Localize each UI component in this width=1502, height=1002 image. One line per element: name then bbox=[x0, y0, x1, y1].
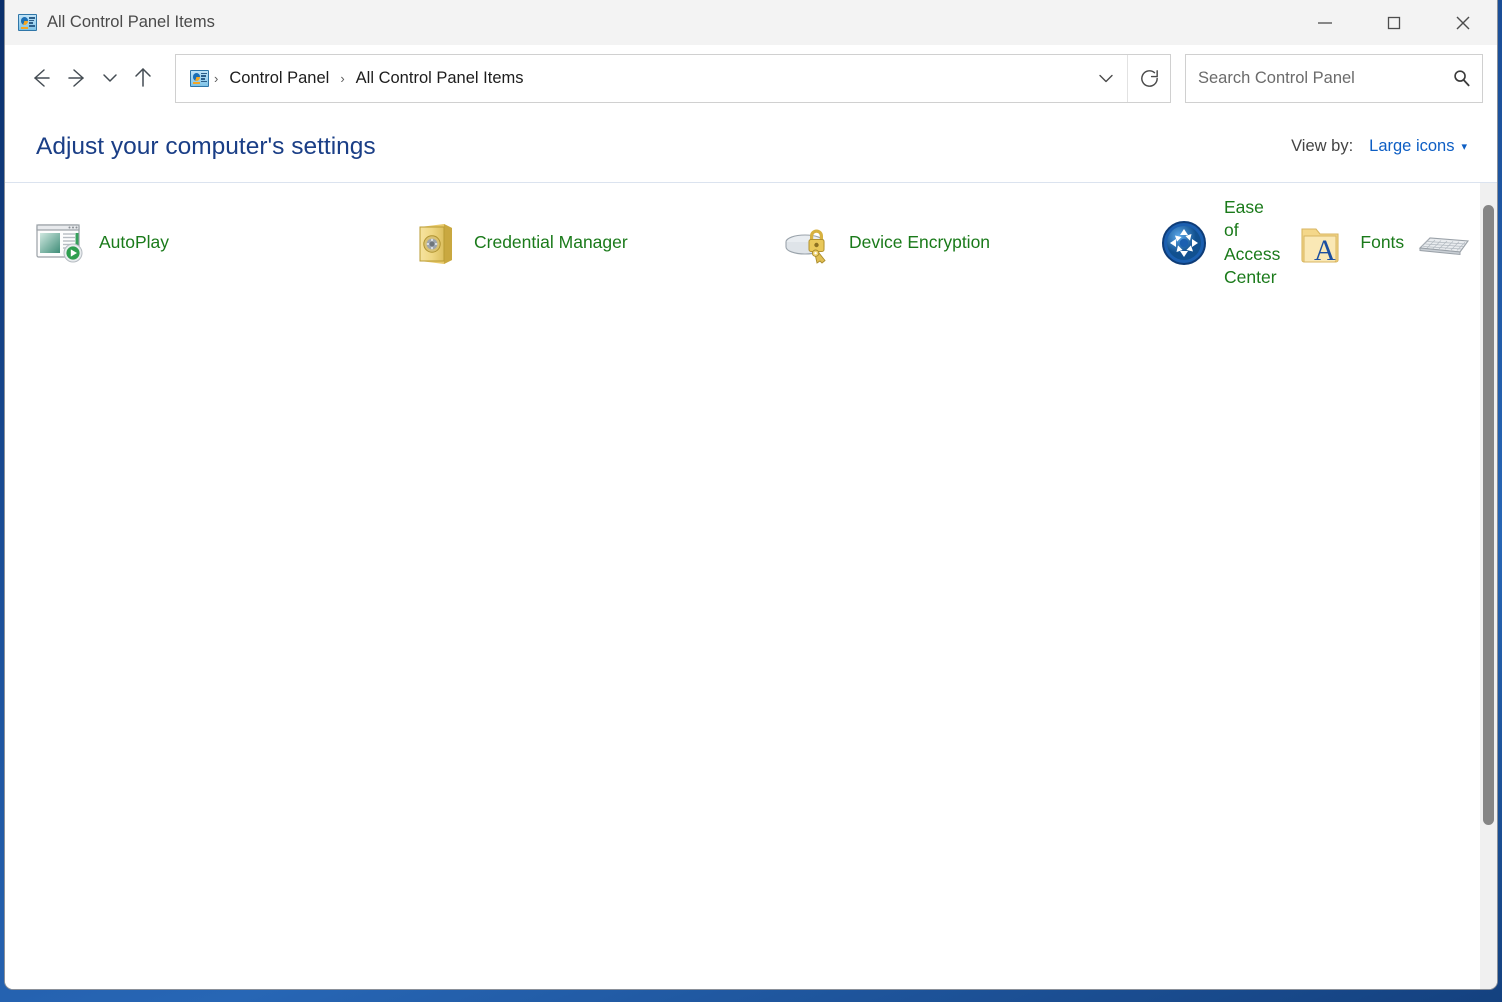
window-controls bbox=[1290, 0, 1497, 45]
search-input[interactable] bbox=[1186, 68, 1440, 88]
back-button[interactable] bbox=[23, 60, 59, 96]
page-header: Adjust your computer's settings View by:… bbox=[5, 111, 1497, 183]
control-panel-item[interactable]: Ease of Access Center bbox=[1156, 197, 1292, 287]
control-panel-window: All Control Panel Items › Control Panel … bbox=[4, 0, 1498, 990]
svg-text:A: A bbox=[1314, 234, 1336, 267]
control-panel-item[interactable]: A Fonts bbox=[1292, 205, 1416, 280]
device-encryption-icon[interactable] bbox=[781, 215, 837, 271]
forward-button[interactable] bbox=[59, 60, 95, 96]
breadcrumb-item-control-panel[interactable]: Control Panel bbox=[223, 65, 335, 92]
chevron-down-icon[interactable]: ▾ bbox=[1461, 140, 1467, 153]
page-title: Adjust your computer's settings bbox=[36, 132, 376, 160]
recent-locations-chevron-down-icon[interactable] bbox=[95, 60, 125, 96]
navigation-bar: › Control Panel › All Control Panel Item… bbox=[5, 45, 1497, 111]
breadcrumb-separator: › bbox=[214, 70, 219, 86]
control-panel-item[interactable]: Credential Manager bbox=[406, 205, 781, 280]
control-panel-item-label[interactable]: Fonts bbox=[1360, 231, 1404, 254]
previous-locations-chevron-down-icon[interactable] bbox=[1085, 55, 1127, 102]
control-panel-icon bbox=[18, 14, 37, 31]
scrollbar-thumb[interactable] bbox=[1483, 205, 1494, 825]
fonts-icon[interactable]: A bbox=[1292, 215, 1348, 271]
search-icon[interactable] bbox=[1440, 55, 1482, 102]
minimize-button[interactable] bbox=[1290, 0, 1359, 45]
refresh-icon[interactable] bbox=[1128, 55, 1170, 102]
breadcrumb-item-all-control-panel-items[interactable]: All Control Panel Items bbox=[350, 65, 530, 92]
address-bar[interactable]: › Control Panel › All Control Panel Item… bbox=[175, 53, 1171, 103]
control-panel-item-label[interactable]: Device Encryption bbox=[849, 231, 990, 254]
control-panel-item[interactable]: Device Encryption bbox=[781, 205, 1156, 280]
control-panel-item[interactable]: AutoPlay bbox=[31, 205, 406, 280]
view-by-control[interactable]: View by: Large icons ▾ bbox=[1291, 137, 1467, 156]
items-scroll-region: AutoPlay Credential Manager Device Encry… bbox=[5, 183, 1497, 989]
close-button[interactable] bbox=[1428, 0, 1497, 45]
title-bar: All Control Panel Items bbox=[5, 0, 1497, 45]
keyboard-icon[interactable] bbox=[1416, 215, 1472, 271]
control-panel-items-grid: AutoPlay Credential Manager Device Encry… bbox=[31, 197, 1497, 287]
maximize-button[interactable] bbox=[1359, 0, 1428, 45]
autoplay-icon[interactable] bbox=[31, 215, 87, 271]
control-panel-item-label[interactable]: Credential Manager bbox=[474, 231, 628, 254]
up-button[interactable] bbox=[125, 60, 161, 96]
vertical-scrollbar[interactable] bbox=[1480, 183, 1497, 989]
control-panel-item-label[interactable]: AutoPlay bbox=[99, 231, 169, 254]
control-panel-item-label[interactable]: Ease of Access Center bbox=[1224, 196, 1280, 289]
search-box[interactable] bbox=[1185, 53, 1483, 103]
view-by-value[interactable]: Large icons bbox=[1369, 137, 1454, 156]
content-area: AutoPlay Credential Manager Device Encry… bbox=[5, 183, 1497, 989]
breadcrumb-separator: › bbox=[340, 70, 345, 86]
ease-of-access-icon[interactable] bbox=[1156, 215, 1212, 271]
breadcrumb-control-panel-icon bbox=[190, 69, 209, 87]
credential-manager-icon[interactable] bbox=[406, 215, 462, 271]
view-by-label: View by: bbox=[1291, 137, 1354, 155]
window-title: All Control Panel Items bbox=[47, 13, 215, 31]
